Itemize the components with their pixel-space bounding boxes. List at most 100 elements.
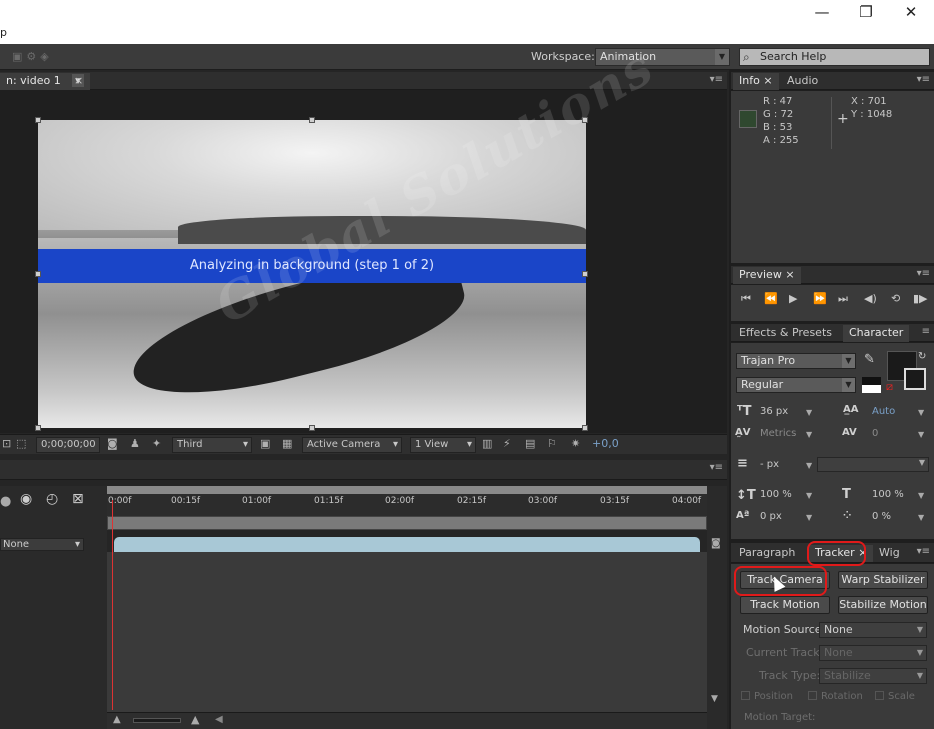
comp-button-icon[interactable]: ◙ (711, 538, 721, 549)
current-time-indicator[interactable] (112, 500, 113, 710)
panel-menu-icon[interactable]: ▾≡ (710, 74, 723, 85)
transparency-grid-icon[interactable]: ⬚ (16, 437, 26, 450)
region-of-interest-icon[interactable]: ▣ (260, 437, 270, 450)
panel-menu-icon[interactable]: ▾≡ (917, 74, 930, 85)
scroll-left-icon[interactable]: ◀ (215, 714, 223, 725)
toggle-pixel-icon[interactable]: ▥ (482, 437, 492, 450)
rotation-checkbox[interactable]: Rotation (808, 691, 863, 702)
resolution-select[interactable]: Third ▾ (172, 437, 252, 453)
exposure-icon[interactable]: ✷ (571, 437, 580, 450)
fast-preview-icon[interactable]: ⚡ (503, 437, 511, 450)
time-navigator[interactable] (107, 486, 707, 494)
close-icon[interactable]: × (763, 74, 772, 87)
chevron-down-icon[interactable]: ▼ (918, 513, 924, 522)
layer-handle[interactable] (35, 117, 41, 123)
zoom-out-icon[interactable]: ▲ (113, 714, 121, 725)
close-icon[interactable]: × (785, 268, 794, 281)
black-swatch[interactable] (862, 377, 881, 385)
tracking-value[interactable]: 0 (872, 428, 878, 439)
loop-icon[interactable]: ⟲ (891, 292, 900, 305)
kerning-value[interactable]: Metrics (760, 428, 796, 439)
chevron-down-icon[interactable]: ▼ (806, 461, 812, 470)
minimize-button[interactable]: — (804, 2, 840, 22)
font-style-select[interactable]: Regular ▼ (736, 377, 856, 393)
panel-menu-icon[interactable]: ▾≡ (917, 546, 930, 557)
font-size-value[interactable]: 36 px (760, 406, 788, 417)
vertical-scale-value[interactable]: 100 % (760, 489, 792, 500)
chevron-down-icon[interactable]: ▼ (806, 513, 812, 522)
stroke-color-swatch[interactable] (904, 368, 926, 390)
chevron-down-icon[interactable]: ▼ (918, 408, 924, 417)
zoom-slider[interactable] (133, 718, 181, 723)
track-type-select[interactable]: Stabilize ▼ (819, 668, 927, 684)
track-motion-button[interactable]: Track Motion (740, 596, 830, 614)
layer-handle[interactable] (582, 425, 588, 431)
layer-handle[interactable] (309, 425, 315, 431)
panel-menu-icon[interactable]: ▾≡ (917, 268, 930, 279)
white-swatch[interactable] (862, 385, 881, 393)
restore-button[interactable]: ❐ (848, 2, 884, 22)
layer-handle[interactable] (35, 425, 41, 431)
panel-menu-icon[interactable]: ▾≡ (710, 462, 723, 473)
play-icon[interactable]: ▶ (789, 292, 797, 305)
no-fill-icon[interactable]: ⧄ (886, 380, 893, 394)
panel-menu-icon[interactable]: ≡ (922, 326, 930, 337)
next-frame-icon[interactable]: ⏩ (813, 292, 827, 305)
baseline-shift-value[interactable]: 0 px (760, 511, 782, 522)
region-icon[interactable]: ⊡ (2, 437, 11, 450)
eyedropper-icon[interactable]: ✎ (864, 352, 875, 367)
layer-handle[interactable] (582, 271, 588, 277)
previous-frame-icon[interactable]: ⏪ (764, 292, 778, 305)
work-area-bar[interactable] (107, 516, 707, 530)
timer-icon[interactable]: ◴ (46, 491, 58, 507)
ram-preview-icon[interactable]: ▮▶ (913, 292, 928, 305)
tab-effects-presets[interactable]: Effects & Presets (733, 325, 838, 342)
camera-select[interactable]: Active Camera ▾ (302, 437, 402, 453)
warp-stabilizer-button[interactable]: Warp Stabilizer (838, 571, 928, 589)
leading-value[interactable]: Auto (872, 406, 895, 417)
timeline-icon[interactable]: ▤ (525, 437, 535, 450)
checker-icon[interactable]: ▦ (282, 437, 292, 450)
tsume-value[interactable]: 0 % (872, 511, 891, 522)
tab-paragraph[interactable]: Paragraph (733, 545, 801, 562)
stabilize-motion-button[interactable]: Stabilize Motion (838, 596, 928, 614)
zoom-in-icon[interactable]: ▲ (191, 713, 199, 726)
layer-handle[interactable] (309, 117, 315, 123)
search-help-input[interactable]: ⌕ Search Help (739, 48, 930, 66)
font-family-select[interactable]: Trajan Pro ▼ (736, 353, 856, 369)
tool-icons[interactable]: ▣⚙◈ (12, 50, 53, 63)
tab-audio[interactable]: Audio (781, 73, 824, 90)
scroll-down-icon[interactable]: ▼ (711, 694, 718, 704)
tab-character[interactable]: Character (843, 325, 910, 342)
scale-checkbox[interactable]: Scale (875, 691, 915, 702)
stroke-style-select[interactable]: ▼ (817, 457, 929, 472)
last-frame-icon[interactable]: ⏭ (838, 292, 848, 306)
first-frame-icon[interactable]: ⏮ (741, 292, 751, 306)
menu-fragment[interactable]: p (0, 26, 7, 39)
chevron-down-icon[interactable]: ▼ (806, 491, 812, 500)
parent-select[interactable]: None ▾ (0, 538, 84, 551)
motion-source-select[interactable]: None ▼ (819, 622, 927, 638)
timeline-scrollbar[interactable]: ◙ ▼ (707, 486, 727, 729)
horizontal-scale-value[interactable]: 100 % (872, 489, 904, 500)
show-snapshot-icon[interactable]: ♟ (130, 437, 140, 450)
close-button[interactable]: ✕ (893, 2, 929, 22)
stroke-width-value[interactable]: - px (760, 459, 779, 470)
tab-preview[interactable]: Preview × (733, 267, 801, 284)
tab-info[interactable]: Info × (733, 73, 779, 90)
tab-wiggler[interactable]: Wig (873, 545, 906, 562)
camera-icon[interactable]: ◙ (107, 437, 118, 450)
graph-editor-icon[interactable]: ⊠ (72, 491, 84, 507)
comp-markers-icon[interactable]: ● (0, 494, 11, 509)
swap-colors-icon[interactable]: ↻ (918, 351, 926, 362)
views-select[interactable]: 1 View ▾ (410, 437, 476, 453)
current-track-select[interactable]: None ▼ (819, 645, 927, 661)
layer-handle[interactable] (35, 271, 41, 277)
chevron-down-icon[interactable]: ▼ (918, 430, 924, 439)
audio-icon[interactable]: ◀) (864, 292, 877, 305)
motion-blur-icon[interactable]: ◉ (20, 491, 32, 507)
timeline-track-area[interactable] (107, 552, 707, 712)
chevron-down-icon[interactable]: ▼ (918, 491, 924, 500)
chevron-down-icon[interactable]: ▼ (806, 430, 812, 439)
position-checkbox[interactable]: Position (741, 691, 793, 702)
